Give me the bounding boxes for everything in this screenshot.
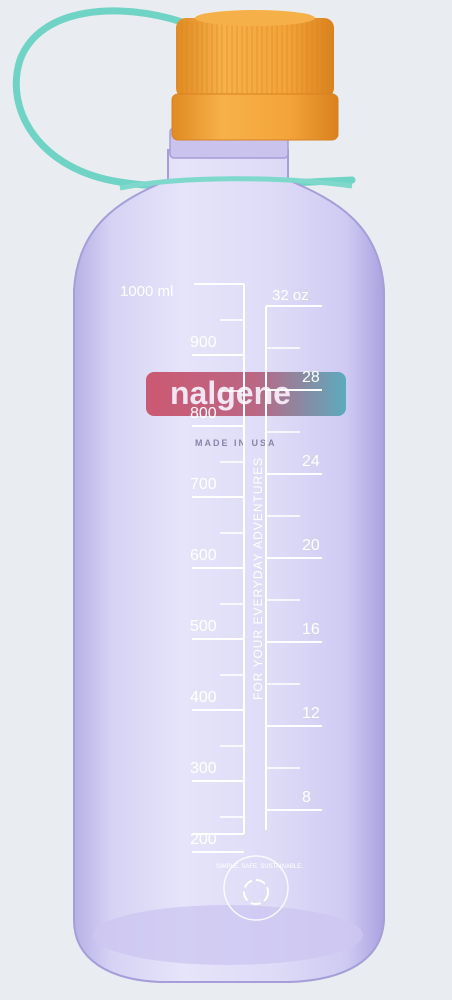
oz-label: 24 [302, 453, 320, 470]
product-photo: nalgene MADE IN USA 1000 ml 900 800 700 600 5… [0, 0, 452, 1000]
oz-label: 16 [302, 621, 320, 638]
brand-logo-text: nalgene [170, 375, 291, 411]
tagline: FOR YOUR EVERYDAY ADVENTURES [251, 457, 265, 700]
ml-label: 300 [190, 760, 217, 777]
bottle-cap [176, 18, 334, 98]
ml-label: 500 [190, 618, 217, 635]
oz-label: 12 [302, 705, 320, 722]
ml-label: 700 [190, 476, 217, 493]
ml-label: 900 [190, 334, 217, 351]
ml-label: 800 [190, 405, 217, 422]
oz-label: 8 [302, 789, 311, 806]
ml-label: 600 [190, 547, 217, 564]
bottle-base [93, 905, 363, 965]
oz-label: 20 [302, 537, 320, 554]
oz-top-label: 32 oz [272, 287, 309, 304]
cap-rim [171, 93, 339, 141]
bottle-body [73, 149, 385, 983]
ml-top-label: 1000 ml [120, 283, 173, 300]
oz-label: 28 [302, 369, 320, 386]
ml-label: 400 [190, 689, 217, 706]
cap-top [195, 10, 315, 26]
made-in-label: MADE IN USA [195, 438, 277, 448]
badge-text: SIMPLE. SAFE. SUSTAINABLE. [216, 864, 303, 870]
